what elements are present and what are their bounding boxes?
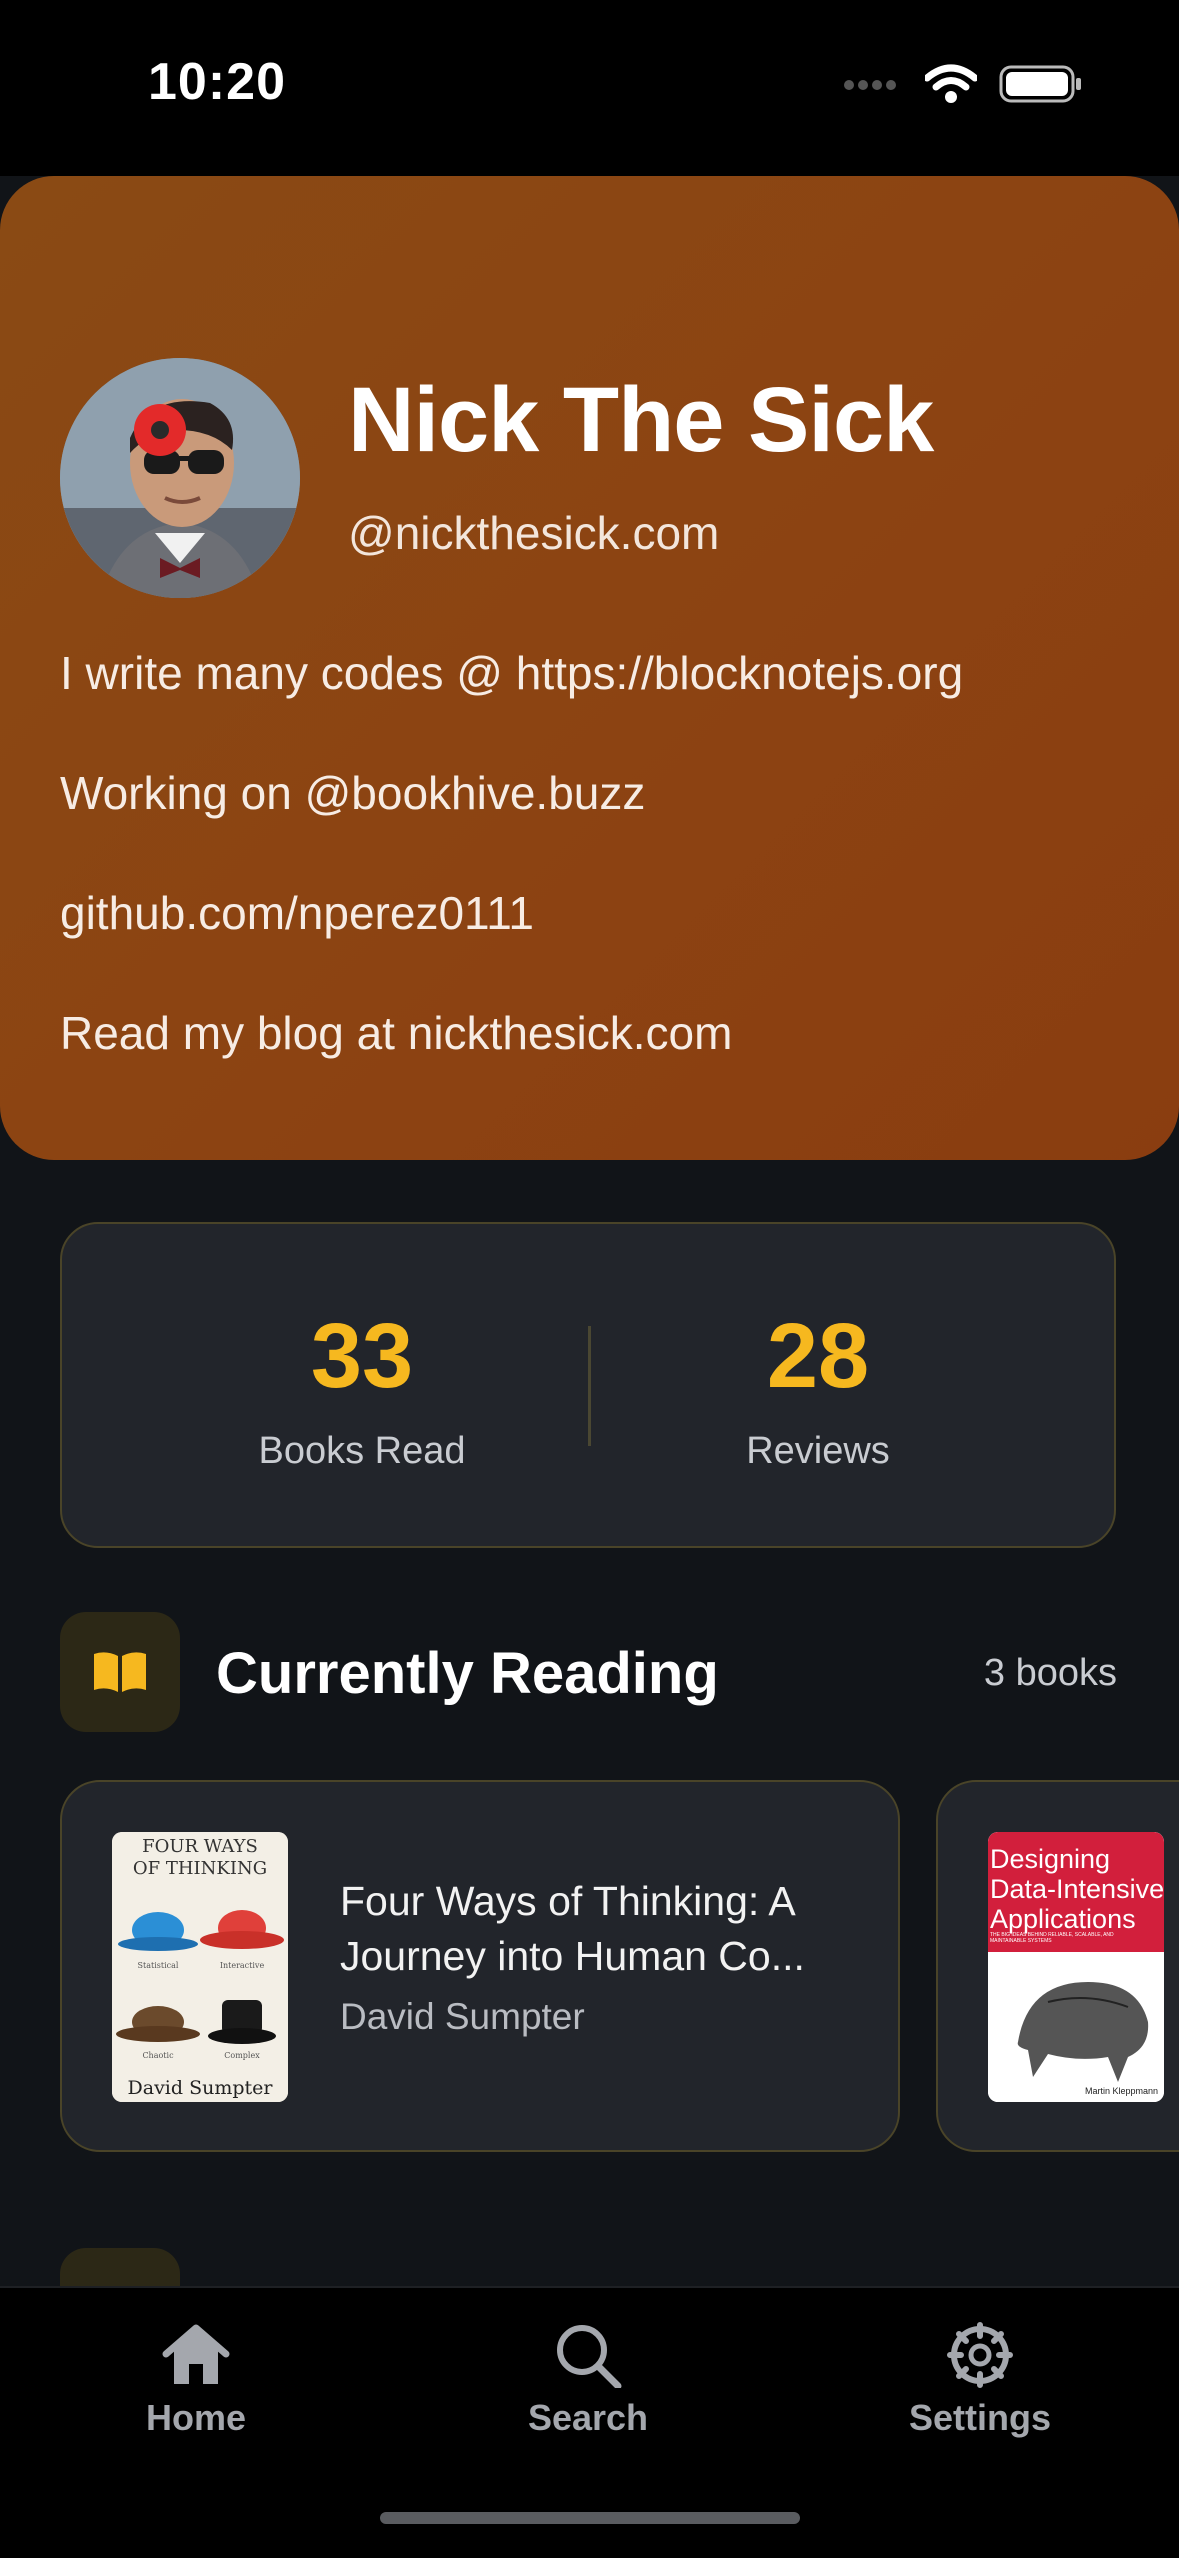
bio-line: Working on @bookhive.buzz xyxy=(60,767,646,819)
status-time: 10:20 xyxy=(148,53,286,111)
books-read-value: 33 xyxy=(310,1305,414,1407)
tab-label-search: Search xyxy=(527,2397,649,2438)
gear-icon xyxy=(944,2322,1016,2392)
status-icons xyxy=(843,64,1083,109)
wifi-icon xyxy=(923,64,979,109)
signal-icon xyxy=(843,78,903,96)
tab-settings[interactable]: Settings xyxy=(850,2322,1110,2439)
section-title-currently-reading: Currently Reading xyxy=(216,1641,719,1706)
cover-title-line3: Applications xyxy=(990,1904,1136,1934)
book-cover: Designing Data-Intensive Applications TH… xyxy=(988,1832,1164,2102)
cover-title-line1: Designing xyxy=(990,1844,1110,1874)
book-cover: FOUR WAYS OF THINKING Statistical Intera… xyxy=(112,1832,288,2102)
cover-author: Martin Kleppmann xyxy=(1085,2086,1158,2096)
tab-home[interactable]: Home xyxy=(66,2322,326,2439)
home-icon xyxy=(160,2324,232,2392)
search-icon xyxy=(552,2325,624,2392)
bio-line: I write many codes @ https://blocknotejs… xyxy=(60,647,964,699)
tab-search[interactable]: Search xyxy=(458,2322,718,2439)
tab-label-settings: Settings xyxy=(908,2397,1051,2438)
cover-label: Interactive xyxy=(220,1961,265,1970)
cover-author: David Sumpter xyxy=(128,2077,274,2099)
bio-line: Read my blog at nickthesick.com xyxy=(60,1007,733,1059)
book-author: David Sumpter xyxy=(340,1996,585,2037)
home-indicator[interactable] xyxy=(380,2512,800,2524)
bio-line: github.com/nperez0111 xyxy=(60,887,534,939)
cover-label: Statistical xyxy=(138,1961,179,1970)
stats-divider xyxy=(588,1326,591,1446)
reviews-value: 28 xyxy=(766,1305,870,1407)
currently-reading-count: 3 books xyxy=(983,1652,1117,1694)
cover-title-line2: OF THINKING xyxy=(133,1858,267,1879)
cover-subtitle: THE BIG IDEAS BEHIND RELIABLE, SCALABLE,… xyxy=(990,1932,1114,1944)
book-open-icon xyxy=(60,1612,180,1732)
next-section-icon xyxy=(60,2248,180,2288)
cover-label: Complex xyxy=(224,2051,260,2060)
book-title: Four Ways of Thinking: A Journey into Hu… xyxy=(340,1878,805,1979)
reviews-label: Reviews xyxy=(746,1430,890,1472)
tab-label-home: Home xyxy=(145,2397,247,2438)
profile-handle[interactable]: @nickthesick.com xyxy=(348,506,719,560)
cover-label: Chaotic xyxy=(142,2051,174,2060)
books-read-label: Books Read xyxy=(258,1430,466,1472)
battery-icon xyxy=(999,64,1083,109)
status-bar: 10:20 xyxy=(0,0,1179,176)
profile-name: Nick The Sick xyxy=(348,369,934,471)
book-card[interactable]: Designing Data-Intensive Applications TH… xyxy=(936,1780,1179,2152)
profile-header: Nick The Sick @nickthesick.com I write m… xyxy=(0,176,1179,1160)
cover-title-line1: FOUR WAYS xyxy=(142,1836,258,1857)
cover-title-line2: Data-Intensive xyxy=(990,1874,1164,1904)
avatar[interactable] xyxy=(60,358,300,598)
book-card[interactable]: FOUR WAYS OF THINKING Statistical Intera… xyxy=(60,1780,900,2152)
stats-card: 33 Books Read 28 Reviews xyxy=(60,1222,1116,1548)
